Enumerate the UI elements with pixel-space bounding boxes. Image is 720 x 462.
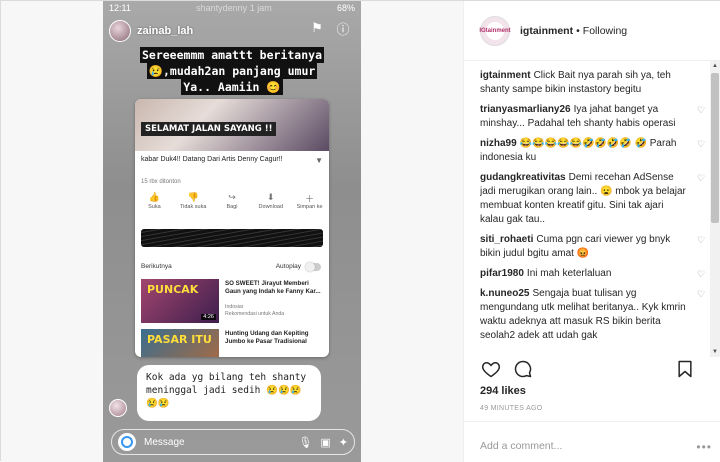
video-title: kabar Duk4!! Datang Dari Artis Denny Cag… <box>141 156 283 163</box>
camera-icon <box>118 433 136 451</box>
comment-item: siti_rohaeti Cuma pgn cari viewer yg bnyk… <box>480 233 708 261</box>
share-video-action: ↪ Bagi <box>215 192 249 216</box>
comment-item: gudangkreativitas Demi recehan AdSense ja… <box>480 171 708 227</box>
youtube-share-card: SELAMAT JALAN SAYANG !! kabar Duk4!! Dat… <box>135 99 329 357</box>
status-time: 12:11 <box>109 3 131 13</box>
comment-username[interactable]: trianyasmarliany26 <box>480 104 571 115</box>
redaction-scribble <box>141 229 323 247</box>
comment-item: k.nuneo25 Sengaja buat tulisan yg mengund… <box>480 287 708 343</box>
flag-icon: ⚑ <box>311 20 323 35</box>
add-icon: ＋ <box>305 194 315 204</box>
story-screenshot: 12:11 shantydenny 1 jam 68% zainab_lah ⚑… <box>103 1 361 462</box>
separator-dot: • <box>576 24 580 37</box>
post-actions <box>480 357 706 381</box>
add-comment-section: ••• <box>464 421 720 462</box>
reply-avatar <box>109 399 127 417</box>
up-next-item: PUNCAK 4:26 SO SWEET! Jirayut Memberi Ga… <box>141 279 323 323</box>
like-button[interactable] <box>480 358 502 380</box>
heart-icon[interactable]: ♡ <box>696 139 706 149</box>
more-options-icon[interactable]: ••• <box>696 440 712 454</box>
image-side-blur-left <box>1 1 103 462</box>
autoplay-toggle <box>305 262 321 272</box>
save-button[interactable] <box>674 358 696 380</box>
message-placeholder: Message <box>144 436 185 448</box>
microphone-icon: 🎙 <box>298 436 313 449</box>
video-views: 15 rbx ditonton <box>141 179 181 185</box>
comments-list[interactable]: igtainment Click Bait nya parah sih ya, t… <box>480 69 708 347</box>
post-image: 12:11 shantydenny 1 jam 68% zainab_lah ⚑… <box>1 1 463 462</box>
dislike-video-action: 👎 Tidak suka <box>176 192 210 216</box>
comment-username[interactable]: nizha99 <box>480 138 517 149</box>
up-next-meta: Indosiar Rekomendasi untuk Anda <box>225 304 285 317</box>
post-modal: 12:11 shantydenny 1 jam 68% zainab_lah ⚑… <box>0 0 720 462</box>
download-icon: ⬇ <box>267 192 275 202</box>
scroll-down-arrow-icon[interactable]: ▼ <box>710 347 720 357</box>
video-thumbnail: SELAMAT JALAN SAYANG !! <box>135 99 329 151</box>
scroll-thumb[interactable] <box>711 73 719 223</box>
comment-username[interactable]: pifar1980 <box>480 268 524 279</box>
heart-icon[interactable]: ♡ <box>696 289 706 299</box>
sticker-icon: ✦ <box>338 436 348 449</box>
following-button[interactable]: Following <box>583 25 627 37</box>
heart-icon[interactable]: ♡ <box>696 173 706 183</box>
comment-username[interactable]: k.nuneo25 <box>480 288 529 299</box>
video-actions: 👍 Suka 👎 Tidak suka ↪ Bagi ⬇ Download ＋ Simpa… <box>135 192 329 216</box>
up-next-thumbnail: PASAR ITU <box>141 329 219 357</box>
comment-username[interactable]: gudangkreativitas <box>480 172 566 183</box>
download-video-action: ⬇ Download <box>254 192 288 216</box>
story-message-bar: Message 🎙 ▣ ✦ <box>111 429 355 455</box>
post-header: IGtainment igtainment • Following <box>464 1 720 61</box>
up-next-thumbnail: PUNCAK 4:26 <box>141 279 219 323</box>
bookmark-icon <box>678 360 692 378</box>
comment-item: trianyasmarliany26 Iya jahat banget ya mi… <box>480 103 708 131</box>
account-avatar[interactable]: IGtainment <box>479 15 511 46</box>
up-next-label: Berikutnya <box>141 263 172 270</box>
video-overlay-title: SELAMAT JALAN SAYANG !! <box>141 122 277 136</box>
heart-icon[interactable]: ♡ <box>696 105 706 115</box>
comment-button[interactable] <box>512 358 534 380</box>
comments-scrollbar[interactable]: ▲ ▼ <box>710 61 720 357</box>
story-caption: Sereeemmm amattt beritanya 😢,mudah2an pa… <box>139 47 324 95</box>
share-icon: ↪ <box>228 192 236 202</box>
up-next-item: PASAR ITU Hunting Udang dan Kepiting Jum… <box>141 329 323 357</box>
post-side-panel: IGtainment igtainment • Following igtain… <box>463 1 720 462</box>
heart-outline-icon <box>481 361 501 378</box>
account-username[interactable]: igtainment <box>520 25 573 37</box>
caption-comment: igtainment Click Bait nya parah sih ya, t… <box>480 69 708 97</box>
image-side-blur-right <box>361 1 463 462</box>
heart-icon[interactable]: ♡ <box>696 269 706 279</box>
comment-username[interactable]: igtainment <box>480 70 531 81</box>
video-duration: 4:26 <box>201 314 216 320</box>
story-username: zainab_lah <box>137 25 194 37</box>
comment-item: nizha99 😂😂😂😂😂🤣🤣🤣🤣 🤣 Parah indonesia ku ♡ <box>480 137 708 165</box>
comment-item: pifar1980 Ini mah keterlaluan ♡ <box>480 267 708 281</box>
speech-bubble-icon <box>514 360 532 378</box>
up-next-title: SO SWEET! Jirayut Memberi Gaun yang Inda… <box>225 280 321 295</box>
post-timestamp[interactable]: 49 MINUTES AGO <box>480 405 543 412</box>
like-count[interactable]: 294 likes <box>480 385 526 397</box>
gallery-icon: ▣ <box>320 436 331 449</box>
chevron-down-icon: ▼ <box>315 156 323 165</box>
story-header: zainab_lah ⚑ ⓘ <box>109 16 357 46</box>
add-comment-input[interactable] <box>480 440 680 452</box>
info-icon: ⓘ <box>336 21 350 37</box>
thumbs-down-icon: 👎 <box>187 192 199 202</box>
up-next-title: Hunting Udang dan Kepiting Jumbo ke Pasa… <box>225 330 309 345</box>
like-video-action: 👍 Suka <box>137 192 171 216</box>
scroll-up-arrow-icon[interactable]: ▲ <box>710 61 720 71</box>
thumbs-up-icon: 👍 <box>148 192 160 202</box>
ghost-username: shantydenny 1 jam <box>196 3 272 13</box>
save-video-action: ＋ Simpan ke <box>293 192 327 216</box>
story-avatar <box>109 20 131 42</box>
battery-level: 68% <box>336 3 355 13</box>
autoplay-label: Autoplay <box>275 263 301 270</box>
heart-icon[interactable]: ♡ <box>696 235 706 245</box>
comment-text: Ini mah keterlaluan <box>526 268 612 279</box>
comment-username[interactable]: siti_rohaeti <box>480 234 533 245</box>
story-reply-text: Kok ada yg bilang teh shanty meninggal j… <box>137 365 321 421</box>
phone-status-bar: 12:11 shantydenny 1 jam 68% <box>103 1 361 15</box>
